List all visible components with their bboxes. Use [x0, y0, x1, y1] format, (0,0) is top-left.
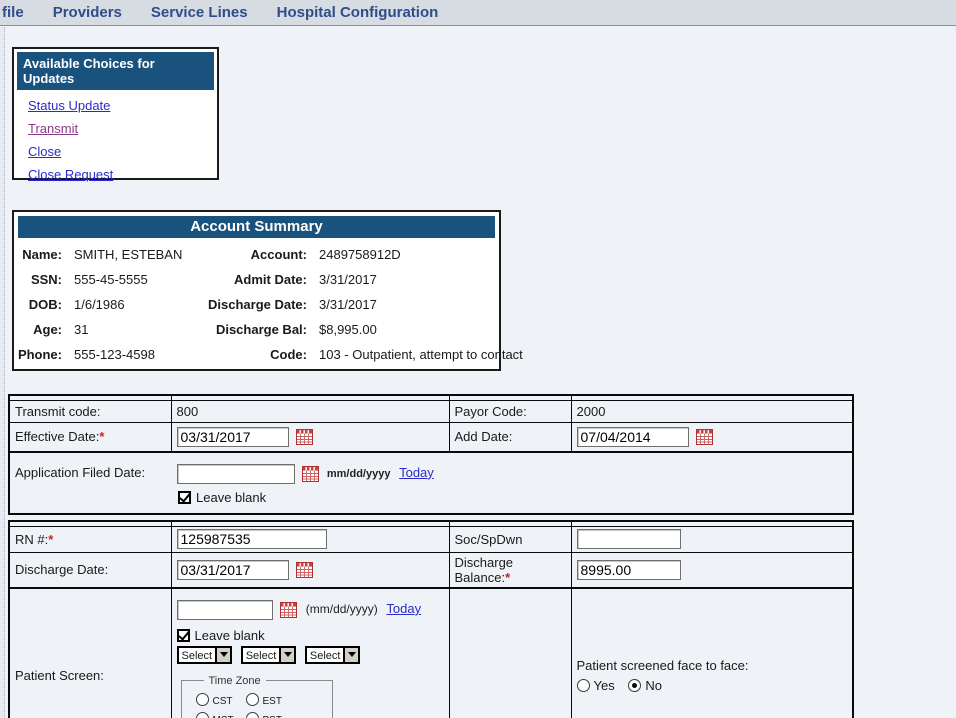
- summary-label-discharge-bal: Discharge Bal:: [202, 322, 307, 337]
- time-zone-fieldset: Time Zone CST EST MST PST: [181, 675, 333, 718]
- page-left-margin: [0, 27, 5, 718]
- link-status-update[interactable]: Status Update: [28, 98, 217, 113]
- patient-screen-select-3[interactable]: Select: [305, 646, 361, 664]
- summary-label-account: Account:: [202, 247, 307, 262]
- effective-date-input[interactable]: [177, 427, 289, 447]
- soc-spdwn-input[interactable]: [577, 529, 681, 549]
- effective-date-required: *: [99, 429, 104, 444]
- transmit-form-table: Transmit code: 800 Payor Code: 2000 Effe…: [8, 394, 854, 515]
- payor-code-value: 2000: [571, 400, 853, 422]
- patient-screen-leave-blank-checkbox[interactable]: [177, 629, 190, 642]
- rn-required: *: [48, 532, 53, 547]
- summary-value-age: 31: [62, 322, 202, 337]
- effective-date-label: Effective Date:: [15, 429, 99, 444]
- time-zone-legend: Time Zone: [204, 675, 266, 687]
- summary-label-phone: Phone:: [14, 347, 62, 362]
- chevron-down-icon: [215, 648, 230, 662]
- add-date-input[interactable]: [577, 427, 689, 447]
- application-filed-date-format-hint: mm/dd/yyyy: [327, 468, 391, 480]
- transmit-code-label: Transmit code:: [9, 400, 171, 422]
- discharge-form-table: RN #:* Soc/SpDwn Discharge Date: Dischar…: [8, 520, 854, 718]
- link-close-request[interactable]: Close Request: [28, 167, 217, 182]
- summary-value-dob: 1/6/1986: [62, 297, 202, 312]
- face-to-face-label-yes: Yes: [594, 678, 615, 693]
- top-nav: file Providers Service Lines Hospital Co…: [0, 0, 956, 26]
- time-zone-label-est: EST: [263, 696, 282, 707]
- summary-label-admit-date: Admit Date:: [202, 272, 307, 287]
- nav-item-providers[interactable]: Providers: [53, 4, 122, 21]
- application-filed-date-leave-blank-checkbox[interactable]: [178, 491, 191, 504]
- calendar-icon[interactable]: [296, 562, 313, 578]
- add-date-label: Add Date:: [455, 429, 513, 444]
- summary-value-discharge-date: 3/31/2017: [307, 297, 523, 312]
- available-choices-title: Available Choices for Updates: [17, 52, 214, 90]
- time-zone-radio-pst[interactable]: [246, 712, 259, 718]
- patient-screen-label: Patient Screen:: [15, 668, 104, 683]
- available-choices-panel: Available Choices for Updates Status Upd…: [12, 47, 219, 180]
- patient-screen-select-1[interactable]: Select: [177, 646, 233, 664]
- time-zone-label-cst: CST: [213, 696, 233, 707]
- application-filed-date-today-link[interactable]: Today: [399, 465, 434, 480]
- time-zone-radio-mst[interactable]: [196, 712, 209, 718]
- summary-label-code: Code:: [202, 347, 307, 362]
- chevron-down-icon: [343, 648, 358, 662]
- rn-input[interactable]: [177, 529, 327, 549]
- transmit-code-value: 800: [171, 400, 449, 422]
- calendar-icon[interactable]: [302, 466, 319, 482]
- summary-value-account: 2489758912D: [307, 247, 523, 262]
- chevron-down-icon: [279, 648, 294, 662]
- nav-item-hospital-configuration[interactable]: Hospital Configuration: [277, 4, 439, 21]
- summary-label-discharge-date: Discharge Date:: [202, 297, 307, 312]
- nav-item-service-lines[interactable]: Service Lines: [151, 4, 248, 21]
- account-summary-grid: Name: SMITH, ESTEBAN Account: 2489758912…: [14, 242, 499, 367]
- summary-label-age: Age:: [14, 322, 62, 337]
- payor-code-label: Payor Code:: [449, 400, 571, 422]
- time-zone-radio-cst[interactable]: [196, 693, 209, 706]
- patient-screen-date-input[interactable]: [177, 600, 273, 620]
- summary-value-discharge-bal: $8,995.00: [307, 322, 523, 337]
- application-filed-date-input[interactable]: [177, 464, 295, 484]
- application-filed-date-leave-blank-label: Leave blank: [196, 490, 266, 505]
- discharge-balance-required: *: [505, 570, 510, 585]
- soc-spdwn-label: Soc/SpDwn: [455, 532, 523, 547]
- time-zone-label-pst: PST: [263, 715, 282, 718]
- empty-cell: [449, 588, 571, 718]
- summary-value-code: 103 - Outpatient, attempt to contact: [307, 347, 523, 362]
- calendar-icon[interactable]: [696, 429, 713, 445]
- patient-screen-format-hint: (mm/dd/yyyy): [306, 602, 378, 616]
- patient-screen-today-link[interactable]: Today: [386, 601, 421, 616]
- calendar-icon[interactable]: [280, 602, 297, 618]
- account-summary-title: Account Summary: [18, 216, 495, 238]
- summary-value-phone: 555-123-4598: [62, 347, 202, 362]
- summary-label-ssn: SSN:: [14, 272, 62, 287]
- rn-label: RN #:: [15, 532, 48, 547]
- summary-value-admit-date: 3/31/2017: [307, 272, 523, 287]
- summary-label-dob: DOB:: [14, 297, 62, 312]
- summary-label-name: Name:: [14, 247, 62, 262]
- summary-value-name: SMITH, ESTEBAN: [62, 247, 202, 262]
- face-to-face-label: Patient screened face to face:: [577, 658, 848, 673]
- face-to-face-radio-no[interactable]: [628, 679, 641, 692]
- face-to-face-label-no: No: [645, 678, 662, 693]
- link-transmit[interactable]: Transmit: [28, 121, 217, 136]
- face-to-face-radio-yes[interactable]: [577, 679, 590, 692]
- discharge-date-input[interactable]: [177, 560, 289, 580]
- application-filed-date-label: Application Filed Date:: [15, 465, 173, 480]
- link-close[interactable]: Close: [28, 144, 217, 159]
- patient-screen-leave-blank-label: Leave blank: [195, 628, 265, 643]
- nav-item-file[interactable]: file: [2, 4, 24, 21]
- time-zone-label-mst: MST: [213, 715, 234, 718]
- account-summary-panel: Account Summary Name: SMITH, ESTEBAN Acc…: [12, 210, 501, 371]
- patient-screen-select-2[interactable]: Select: [241, 646, 297, 664]
- summary-value-ssn: 555-45-5555: [62, 272, 202, 287]
- calendar-icon[interactable]: [296, 429, 313, 445]
- discharge-date-label: Discharge Date:: [15, 562, 108, 577]
- discharge-balance-input[interactable]: [577, 560, 681, 580]
- time-zone-radio-est[interactable]: [246, 693, 259, 706]
